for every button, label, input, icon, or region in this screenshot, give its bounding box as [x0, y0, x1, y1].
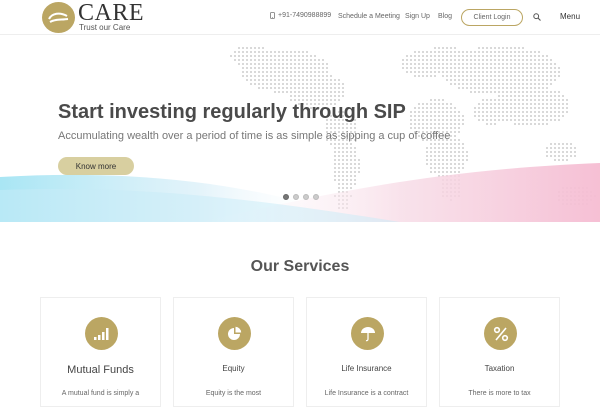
- hero-title: Start investing regularly through SIP: [58, 101, 406, 123]
- carousel-dot[interactable]: [303, 194, 309, 200]
- site-header: CARE Trust our Care +91-7490988899 Sched…: [0, 0, 600, 35]
- carousel-dot[interactable]: [283, 194, 289, 200]
- search-icon[interactable]: [533, 13, 541, 21]
- pie-chart-icon: [218, 317, 251, 350]
- services-heading: Our Services: [250, 258, 350, 275]
- logo-mark-icon: [42, 2, 75, 33]
- client-login-button[interactable]: Client Login: [461, 9, 523, 26]
- service-title: Taxation: [484, 364, 515, 373]
- nav-blog[interactable]: Blog: [438, 13, 452, 20]
- know-more-button[interactable]: Know more: [58, 157, 134, 175]
- carousel-dot[interactable]: [293, 194, 299, 200]
- nav-schedule-meeting[interactable]: Schedule a Meeting: [338, 13, 400, 20]
- percent-icon: [484, 317, 517, 350]
- service-title: Life Insurance: [341, 364, 392, 373]
- nav-phone[interactable]: +91-7490988899: [270, 12, 331, 19]
- service-card-mutual-funds[interactable]: Mutual Funds A mutual fund is simply a: [40, 297, 161, 407]
- brand-logo[interactable]: CARE Trust our Care: [42, 0, 144, 33]
- service-card-taxation[interactable]: Taxation There is more to tax: [439, 297, 560, 407]
- bar-chart-icon: [85, 317, 118, 350]
- service-text: There is more to tax: [468, 390, 531, 397]
- hero-banner: Start investing regularly through SIP Ac…: [0, 35, 600, 222]
- service-card-equity[interactable]: Equity Equity is the most: [173, 297, 294, 407]
- service-text: Equity is the most: [205, 390, 262, 397]
- phone-number: +91-7490988899: [278, 12, 332, 19]
- service-text: A mutual fund is simply a: [61, 390, 140, 397]
- umbrella-icon: [351, 317, 384, 350]
- brand-tagline: Trust our Care: [79, 23, 131, 32]
- service-title: Mutual Funds: [67, 364, 134, 376]
- service-title: Equity: [222, 364, 245, 373]
- service-text: Life Insurance is a contract: [324, 390, 409, 397]
- phone-icon: [270, 12, 275, 19]
- carousel-dots: [283, 194, 319, 200]
- service-card-life-insurance[interactable]: Life Insurance Life Insurance is a contr…: [306, 297, 427, 407]
- menu-button[interactable]: Menu: [560, 12, 580, 21]
- carousel-dot[interactable]: [313, 194, 319, 200]
- hero-subtitle: Accumulating wealth over a period of tim…: [58, 130, 451, 142]
- nav-sign-up[interactable]: Sign Up: [405, 13, 430, 20]
